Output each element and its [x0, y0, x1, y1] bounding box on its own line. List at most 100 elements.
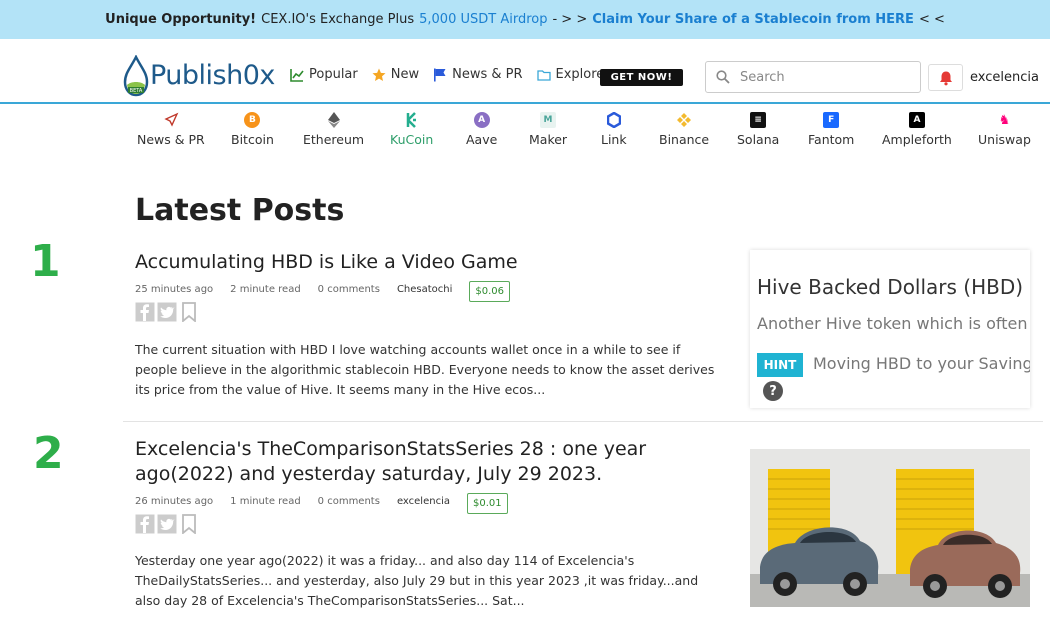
post-number-1: 1 [30, 236, 61, 287]
bookmark-icon[interactable] [179, 514, 199, 535]
twitter-icon[interactable] [157, 302, 177, 322]
banner-cta-link[interactable]: Claim Your Share of a Stablecoin from HE… [592, 12, 914, 27]
category-label: Maker [529, 132, 568, 147]
fantom-icon: F [823, 112, 840, 128]
post-comments[interactable]: 0 comments [318, 496, 380, 507]
unicorn-icon: ♞ [998, 112, 1011, 128]
category-label: News & PR [137, 132, 205, 147]
kucoin-icon [404, 112, 420, 128]
post-card: Accumulating HBD is Like a Video Game 25… [135, 250, 725, 400]
search-box[interactable] [705, 61, 921, 93]
nav-popular-label: Popular [309, 67, 358, 82]
username[interactable]: excelencia [970, 70, 1039, 85]
category-label: KuCoin [390, 132, 434, 147]
search-input[interactable] [740, 69, 900, 85]
nav-new-label: New [390, 67, 420, 82]
post-time: 25 minutes ago [135, 283, 214, 295]
category-maker[interactable]: M Maker [529, 112, 567, 147]
logo-drop-icon: BETA [122, 54, 150, 97]
tip-amount-badge: $0.01 [466, 492, 508, 514]
banner-arrows: - > > [552, 12, 588, 27]
banner-end: < < [918, 12, 945, 27]
post-read-time: 1 minute read [230, 495, 301, 507]
chainlink-icon [606, 112, 622, 128]
category-label: Solana [737, 132, 780, 147]
flag-icon [434, 68, 446, 81]
search-icon [716, 70, 730, 84]
thumbnail-hint-text: Moving HBD to your Saving [813, 354, 1030, 373]
post-excerpt: Yesterday one year ago(2022) it was a fr… [135, 553, 699, 608]
nav-explore[interactable]: Explore [536, 67, 605, 82]
nav-news-pr-label: News & PR [452, 67, 523, 82]
category-ampleforth[interactable]: A Ampleforth [882, 112, 952, 147]
rocket-icon [163, 112, 179, 128]
page-title: Latest Posts [135, 193, 345, 228]
maker-icon: M [540, 112, 557, 128]
banner-text: CEX.IO's Exchange Plus [261, 12, 415, 27]
category-aave[interactable]: A Aave [466, 112, 497, 147]
post-title-link[interactable]: Excelencia's TheComparisonStatsSeries 28… [135, 437, 725, 487]
category-label: Ampleforth [882, 132, 952, 147]
nav-news-pr[interactable]: News & PR [433, 67, 523, 82]
tip-amount-badge: $0.06 [469, 280, 511, 302]
category-uniswap[interactable]: ♞ Uniswap [978, 112, 1031, 148]
post-author[interactable]: excelencia [397, 496, 450, 507]
bitcoin-icon: B [244, 112, 261, 128]
bell-icon [939, 71, 952, 85]
thumbnail-title: Hive Backed Dollars (HBD) [757, 275, 1024, 299]
category-bitcoin[interactable]: B Bitcoin [231, 112, 274, 147]
share-buttons [135, 302, 725, 323]
nav-new[interactable]: New [372, 67, 419, 82]
publish0x-logo[interactable]: BETA Publish0x [122, 54, 275, 97]
post-card: Excelencia's TheComparisonStatsSeries 28… [135, 437, 725, 611]
post-excerpt: The current situation with HBD I love wa… [135, 342, 715, 397]
main-nav: Popular New News & PR Explore [290, 67, 604, 82]
post-title-link[interactable]: Accumulating HBD is Like a Video Game [135, 250, 725, 275]
nav-popular[interactable]: Popular [290, 67, 358, 82]
svg-text:BETA: BETA [130, 88, 143, 94]
facebook-icon[interactable] [135, 302, 155, 322]
post-number-2: 2 [33, 428, 64, 479]
share-buttons [135, 514, 725, 535]
chart-icon [290, 68, 304, 82]
post-thumbnail[interactable]: Hive Backed Dollars (HBD) Another Hive t… [750, 250, 1030, 408]
post-thumbnail-cars[interactable] [750, 449, 1030, 607]
category-label: Binance [659, 132, 710, 147]
category-label: Bitcoin [231, 132, 274, 147]
site-header: BETA Publish0x Popular New News & PR Exp… [0, 39, 1050, 104]
promo-banner[interactable]: Unique Opportunity! CEX.IO's Exchange Pl… [0, 0, 1050, 39]
bookmark-icon[interactable] [179, 302, 199, 323]
post-author[interactable]: Chesatochi [397, 284, 452, 295]
category-label: Fantom [808, 132, 855, 147]
category-ethereum[interactable]: Ethereum [303, 112, 364, 147]
category-bar: News & PR B Bitcoin Ethereum KuCoin A Aa… [0, 108, 1050, 154]
ampleforth-icon: A [908, 112, 925, 128]
hint-badge: HINT [757, 353, 803, 377]
banner-bold: Unique Opportunity! [105, 12, 257, 27]
category-binance[interactable]: Binance [659, 112, 709, 147]
post-read-time: 2 minute read [230, 283, 301, 295]
solana-icon: ≡ [750, 112, 767, 128]
post-comments[interactable]: 0 comments [318, 284, 380, 295]
banner-highlight: 5,000 USDT Airdrop [419, 12, 548, 27]
logo-text: Publish0x [150, 59, 275, 91]
get-now-button[interactable]: GET NOW! [600, 69, 683, 86]
post-time: 26 minutes ago [135, 495, 214, 507]
category-label: Uniswap [978, 132, 1031, 147]
category-fantom[interactable]: F Fantom [808, 112, 854, 147]
category-solana[interactable]: ≡ Solana [737, 112, 779, 147]
twitter-icon[interactable] [157, 514, 177, 534]
star-icon [372, 68, 386, 81]
binance-icon [676, 112, 692, 128]
category-label: Aave [466, 132, 498, 147]
category-news-pr[interactable]: News & PR [137, 112, 205, 147]
category-label: Ethereum [303, 132, 365, 147]
post-meta: 25 minutes ago 2 minute read 0 comments … [135, 278, 725, 302]
post-divider [123, 421, 1043, 422]
nav-explore-label: Explore [555, 67, 605, 82]
category-kucoin[interactable]: KuCoin [390, 112, 433, 147]
facebook-icon[interactable] [135, 514, 155, 534]
notifications-button[interactable] [928, 64, 963, 91]
category-link[interactable]: Link [601, 112, 627, 147]
ethereum-icon [326, 112, 342, 128]
